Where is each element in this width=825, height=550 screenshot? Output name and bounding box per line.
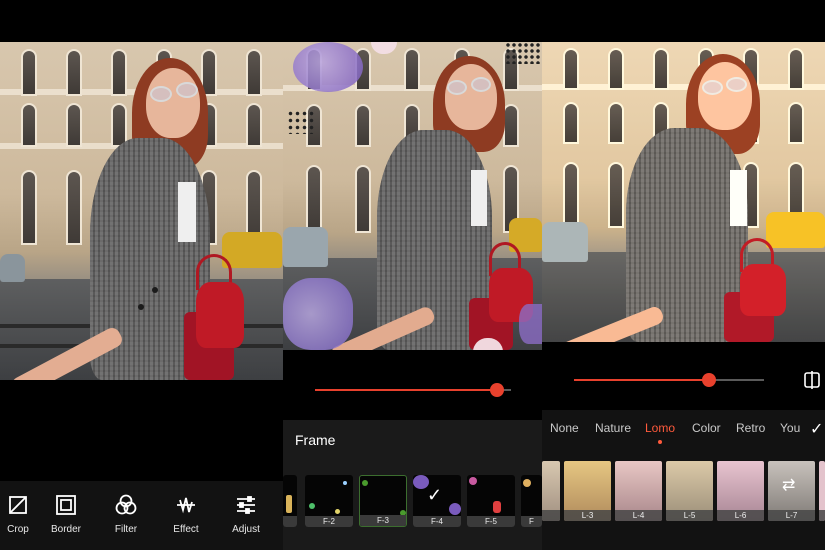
frame-thumb[interactable]: F-3 bbox=[359, 475, 407, 527]
frame-thumb[interactable]: F-2 bbox=[305, 475, 353, 527]
filter-preset[interactable]: L-3 bbox=[564, 461, 611, 521]
photo-filter bbox=[542, 42, 825, 342]
filter-preset[interactable] bbox=[542, 461, 560, 521]
frame-thumb-selected[interactable]: ✓ F-4 bbox=[413, 475, 461, 527]
frame-decoration bbox=[283, 278, 353, 350]
slider-fill bbox=[315, 389, 498, 391]
border-icon bbox=[56, 495, 76, 515]
frame-panel-title: Frame bbox=[295, 432, 336, 448]
active-tab-indicator bbox=[658, 440, 662, 444]
slider-knob[interactable] bbox=[490, 383, 505, 397]
filter-category-tabs: None Nature Lomo Color Retro You bbox=[550, 421, 825, 444]
compare-icon[interactable] bbox=[803, 371, 821, 389]
crop-tool[interactable]: Crop bbox=[0, 481, 36, 550]
border-tool[interactable]: Border bbox=[36, 481, 96, 550]
tab-you[interactable]: You bbox=[780, 421, 800, 435]
frame-thumb[interactable] bbox=[283, 475, 297, 527]
slider-knob[interactable] bbox=[701, 373, 716, 387]
effect-tool[interactable]: Effect bbox=[156, 481, 216, 550]
tab-retro[interactable]: Retro bbox=[736, 421, 765, 435]
filter-preset[interactable] bbox=[819, 461, 825, 521]
adjust-icon bbox=[237, 496, 255, 514]
frame-intensity-slider[interactable] bbox=[315, 383, 511, 397]
crop-icon bbox=[9, 496, 27, 514]
border-label: Border bbox=[50, 524, 81, 535]
frame-thumb[interactable]: F bbox=[521, 475, 542, 527]
filter-preset[interactable]: L-4 bbox=[615, 461, 662, 521]
tab-lomo[interactable]: Lomo bbox=[645, 421, 675, 435]
checkmark-icon[interactable]: ✓ bbox=[810, 419, 823, 439]
filter-label: Filter bbox=[114, 524, 138, 535]
filter-preset[interactable]: ⇄ L-7 bbox=[768, 461, 815, 521]
crop-label: Crop bbox=[7, 524, 29, 535]
frame-decoration bbox=[505, 42, 542, 64]
frame-thumb[interactable]: F-5 bbox=[467, 475, 515, 527]
adjust-label: Adjust bbox=[232, 524, 260, 535]
app-stage: Crop Border Filter Effect Adjust Frame F… bbox=[0, 0, 825, 550]
checkmark-icon: ✓ bbox=[427, 485, 443, 505]
filter-tool[interactable]: Filter bbox=[96, 481, 156, 550]
filter-preset[interactable]: L-5 bbox=[666, 461, 713, 521]
frame-decoration bbox=[293, 42, 363, 92]
filter-preset[interactable]: L-6 bbox=[717, 461, 764, 521]
slider-fill bbox=[574, 379, 709, 381]
filter-panel: None Nature Lomo Color Retro You ✓ L-3 L… bbox=[542, 410, 825, 550]
photo-frame bbox=[283, 42, 542, 350]
frame-thumbnails: F-2 F-3 ✓ F-4 F-5 F bbox=[283, 475, 542, 527]
adjust-icon: ⇄ bbox=[782, 477, 796, 494]
frame-panel: Frame F-2 F-3 ✓ F-4 F-5 F bbox=[283, 420, 542, 550]
tab-none[interactable]: None bbox=[550, 421, 579, 435]
tab-nature[interactable]: Nature bbox=[595, 421, 631, 435]
frame-decoration bbox=[287, 110, 315, 134]
effect-icon bbox=[177, 497, 195, 514]
tab-color[interactable]: Color bbox=[692, 421, 721, 435]
filter-icon bbox=[115, 494, 137, 515]
filter-intensity-slider[interactable] bbox=[574, 373, 764, 387]
adjust-tool[interactable]: Adjust bbox=[216, 481, 276, 550]
photo-edit bbox=[0, 42, 283, 380]
effect-label: Effect bbox=[173, 524, 199, 535]
edit-toolbar: Crop Border Filter Effect Adjust bbox=[0, 481, 283, 550]
frame-decoration bbox=[519, 304, 542, 344]
